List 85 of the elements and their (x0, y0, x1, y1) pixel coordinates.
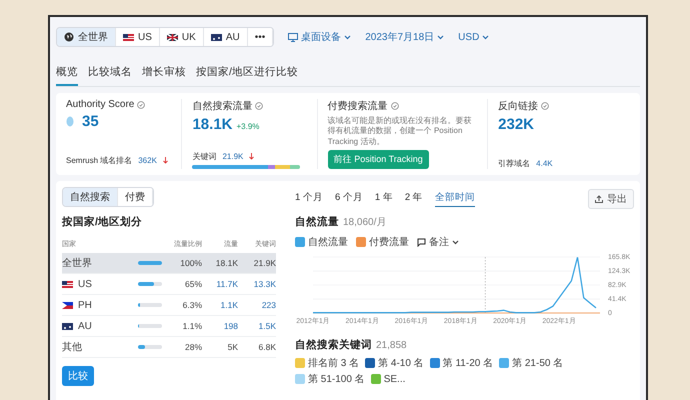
info-icon[interactable] (255, 102, 264, 110)
flag-icon (123, 34, 134, 40)
caret-icon (344, 34, 352, 40)
info-icon[interactable] (390, 102, 399, 110)
notes-dropdown[interactable]: 备注 (417, 235, 459, 250)
flag-icon (210, 34, 222, 40)
period-tab[interactable]: 6 个月 (334, 191, 363, 208)
table-cell: 1.1% (162, 316, 202, 338)
date-dropdown[interactable]: 2023年7月18日 (365, 30, 444, 44)
table-cell[interactable]: 198 (202, 316, 238, 338)
period-tab[interactable]: 2 年 (404, 191, 423, 208)
footer-link[interactable]: 21.9K (222, 152, 244, 162)
table-cell: 65% (162, 274, 202, 296)
table-cell: 6.8K (238, 337, 276, 358)
table-cell: 6.3% (162, 295, 202, 316)
comment-icon (417, 238, 426, 247)
chart-subtitle: 18,060/月 (343, 216, 386, 230)
table-cell: 18.1K (202, 253, 238, 274)
upload-icon (595, 195, 603, 204)
table-cell[interactable]: 1.1K (202, 295, 238, 316)
tab[interactable]: 概览 (56, 63, 78, 86)
table-cell[interactable]: 223 (238, 295, 276, 316)
position-checkbox[interactable]: 排名前 3 名 (295, 356, 360, 370)
tab[interactable]: 增长审核 (142, 63, 186, 86)
position-checkbox[interactable]: 第 4-10 名 (365, 356, 424, 370)
section-title: 自然搜索关键词 (295, 338, 372, 352)
period-tab[interactable]: 1 年 (374, 191, 393, 208)
position-checkbox[interactable]: 第 51-100 名 (295, 372, 365, 386)
footer-label: Semrush 域名排名 (66, 155, 132, 166)
region-button[interactable]: 全世界 (57, 28, 116, 46)
info-icon[interactable] (137, 100, 146, 108)
flag-icon (62, 322, 73, 330)
export-button[interactable]: 导出 (588, 189, 634, 210)
toggle-button[interactable]: 自然搜索 (63, 188, 118, 206)
table-cell[interactable]: 1.5K (238, 316, 276, 338)
table-cell: 5K (202, 337, 238, 358)
down-arrow-icon (162, 157, 168, 164)
table-cell: 28% (162, 337, 202, 358)
country-cell[interactable]: AU (62, 316, 122, 338)
metric-value: 35 (82, 113, 99, 130)
down-arrow-icon (249, 153, 254, 160)
device-dropdown[interactable]: 桌面设备 (288, 30, 352, 44)
info-icon[interactable] (541, 102, 550, 110)
footer-label: 关键词 (192, 151, 216, 162)
tab[interactable]: 比较域名 (88, 63, 132, 86)
caret-icon (482, 34, 490, 40)
change-value: +3.9% (236, 122, 260, 131)
chart-title: 自然流量 (295, 215, 339, 230)
position-checkbox[interactable]: SE... (370, 372, 406, 386)
flag-icon (62, 302, 73, 309)
section-title: 按国家/地区划分 (62, 215, 143, 230)
footer-label: 引荐域名 (498, 158, 530, 170)
table-cell[interactable]: 11.7K (202, 274, 238, 296)
metric-value: 232K (498, 116, 536, 133)
country-cell[interactable]: US (62, 274, 122, 296)
metric-label: 反向链接 (498, 100, 538, 113)
period-tab[interactable]: 1 个月 (295, 191, 323, 208)
legend-checkbox[interactable]: 付费流量 (356, 235, 409, 250)
table-cell[interactable]: 13.3K (238, 274, 276, 296)
flag-icon (62, 280, 73, 288)
metric-label: Authority Score (66, 99, 134, 110)
info-note: 该域名可能是新的或现在没有排名。要获得有机流量的数据，创建一个 Position Tracking 活动。 (328, 116, 473, 148)
metric-label: 付费搜索流量 (328, 100, 388, 113)
metric-label: 自然搜索流量 (192, 100, 252, 113)
keyword-count: 21,858 (376, 340, 407, 351)
position-checkbox[interactable]: 第 11-20 名 (430, 356, 494, 370)
metric-value: 18.1K (192, 116, 232, 133)
country-cell[interactable]: 全世界 (62, 253, 122, 274)
caret-icon (452, 240, 459, 245)
compare-button[interactable]: 比较 (62, 366, 94, 386)
footer-link[interactable]: 362K (138, 156, 157, 165)
legend-checkbox[interactable]: 自然流量 (295, 235, 348, 250)
country-cell[interactable]: PH (62, 295, 122, 316)
flag-icon (166, 34, 178, 40)
table-cell: 21.9K (238, 253, 276, 274)
period-tab[interactable]: 全部时间 (434, 191, 475, 208)
country-cell[interactable]: 其他 (62, 337, 122, 358)
globe-icon (64, 32, 74, 42)
table-cell: 100% (162, 253, 202, 274)
footer-link[interactable]: 4.4K (536, 159, 553, 168)
position-checkbox[interactable]: 第 21-50 名 (499, 356, 564, 370)
tab[interactable]: 按国家/地区进行比较 (196, 63, 298, 86)
currency-dropdown[interactable]: USD (458, 32, 490, 42)
monitor-icon (288, 32, 298, 42)
caret-icon (437, 34, 444, 40)
